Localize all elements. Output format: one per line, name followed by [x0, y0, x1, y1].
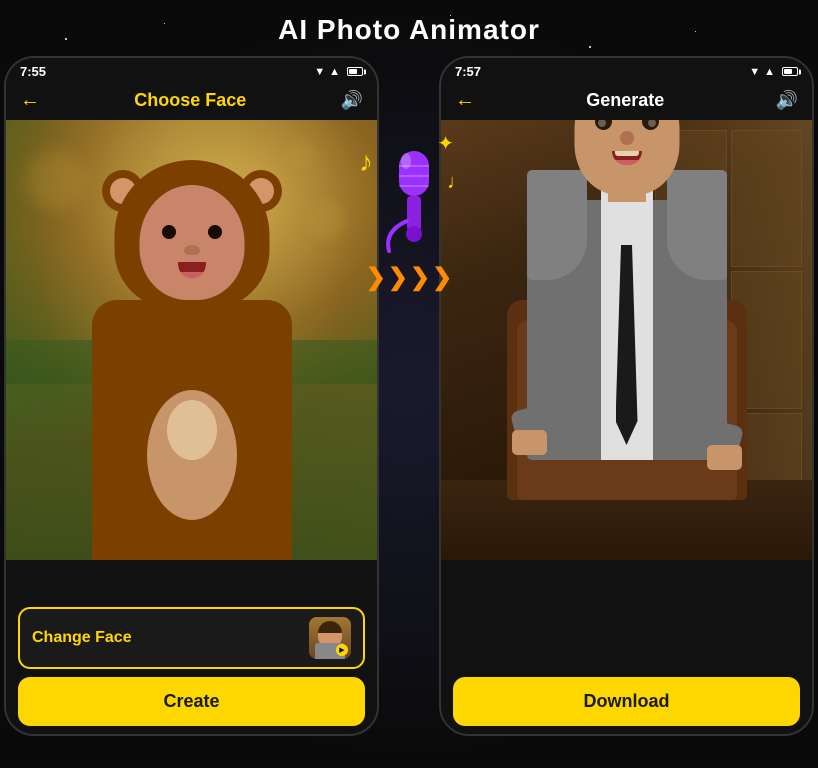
wall-panel — [731, 130, 802, 267]
page-title: AI Photo Animator — [0, 0, 818, 56]
left-phone: 7:55 ▼ ▲ ← Choose Face 🔊 — [4, 56, 379, 736]
create-button[interactable]: Create — [18, 677, 365, 726]
arrow-3-icon: ❯ — [410, 266, 430, 290]
left-status-icons: ▼ ▲ — [314, 66, 363, 78]
avatar-hair — [318, 621, 342, 633]
avatar-play-icon: ▶ — [336, 644, 348, 656]
left-time: 7:55 — [20, 64, 46, 79]
change-face-button[interactable]: Change Face ▶ — [18, 607, 365, 669]
right-phone-bottom: Download — [441, 659, 812, 734]
phones-container: 7:55 ▼ ▲ ← Choose Face 🔊 — [0, 56, 818, 736]
monkey-child-photo — [6, 120, 377, 560]
music-note-2-icon: ♩ — [447, 171, 467, 194]
right-status-icons: ▼ ▲ — [749, 66, 798, 78]
face-avatar: ▶ — [309, 617, 351, 659]
right-phone: 7:57 ▼ ▲ ← Generate 🔊 — [439, 56, 814, 736]
music-note-1-icon: ♪ — [359, 146, 373, 178]
left-battery-icon — [347, 67, 363, 76]
right-sound-button[interactable]: 🔊 — [776, 90, 798, 111]
right-nav-bar: ← Generate 🔊 — [441, 83, 812, 120]
right-signal-icon: ▲ — [764, 66, 775, 78]
right-status-bar: 7:57 ▼ ▲ — [441, 58, 812, 83]
left-nav-bar: ← Choose Face 🔊 — [6, 83, 377, 120]
arrow-1-icon: ❯ — [366, 266, 386, 290]
left-sound-button[interactable]: 🔊 — [341, 90, 363, 111]
left-phone-bottom: Change Face ▶ Create — [6, 599, 377, 734]
arrows-container: ❯ ❯ ❯ ❯ — [366, 266, 452, 290]
arrow-4-icon: ❯ — [432, 266, 452, 290]
left-signal-icon: ▲ — [329, 66, 340, 78]
left-wifi-icon: ▼ — [314, 66, 325, 78]
download-button[interactable]: Download — [453, 677, 800, 726]
right-battery-icon — [782, 67, 798, 76]
change-face-label: Change Face — [32, 629, 132, 647]
arrow-2-icon: ❯ — [388, 266, 408, 290]
left-status-bar: 7:55 ▼ ▲ — [6, 58, 377, 83]
right-image-area — [441, 120, 812, 560]
right-time: 7:57 — [455, 64, 481, 79]
right-back-button[interactable]: ← — [455, 89, 475, 112]
right-wifi-icon: ▼ — [749, 66, 760, 78]
left-back-button[interactable]: ← — [20, 89, 40, 112]
right-nav-title: Generate — [586, 90, 664, 111]
man-suit-photo — [441, 120, 812, 560]
left-image-area — [6, 120, 377, 560]
microphone-icon — [374, 146, 444, 261]
left-nav-title: Choose Face — [134, 90, 246, 111]
